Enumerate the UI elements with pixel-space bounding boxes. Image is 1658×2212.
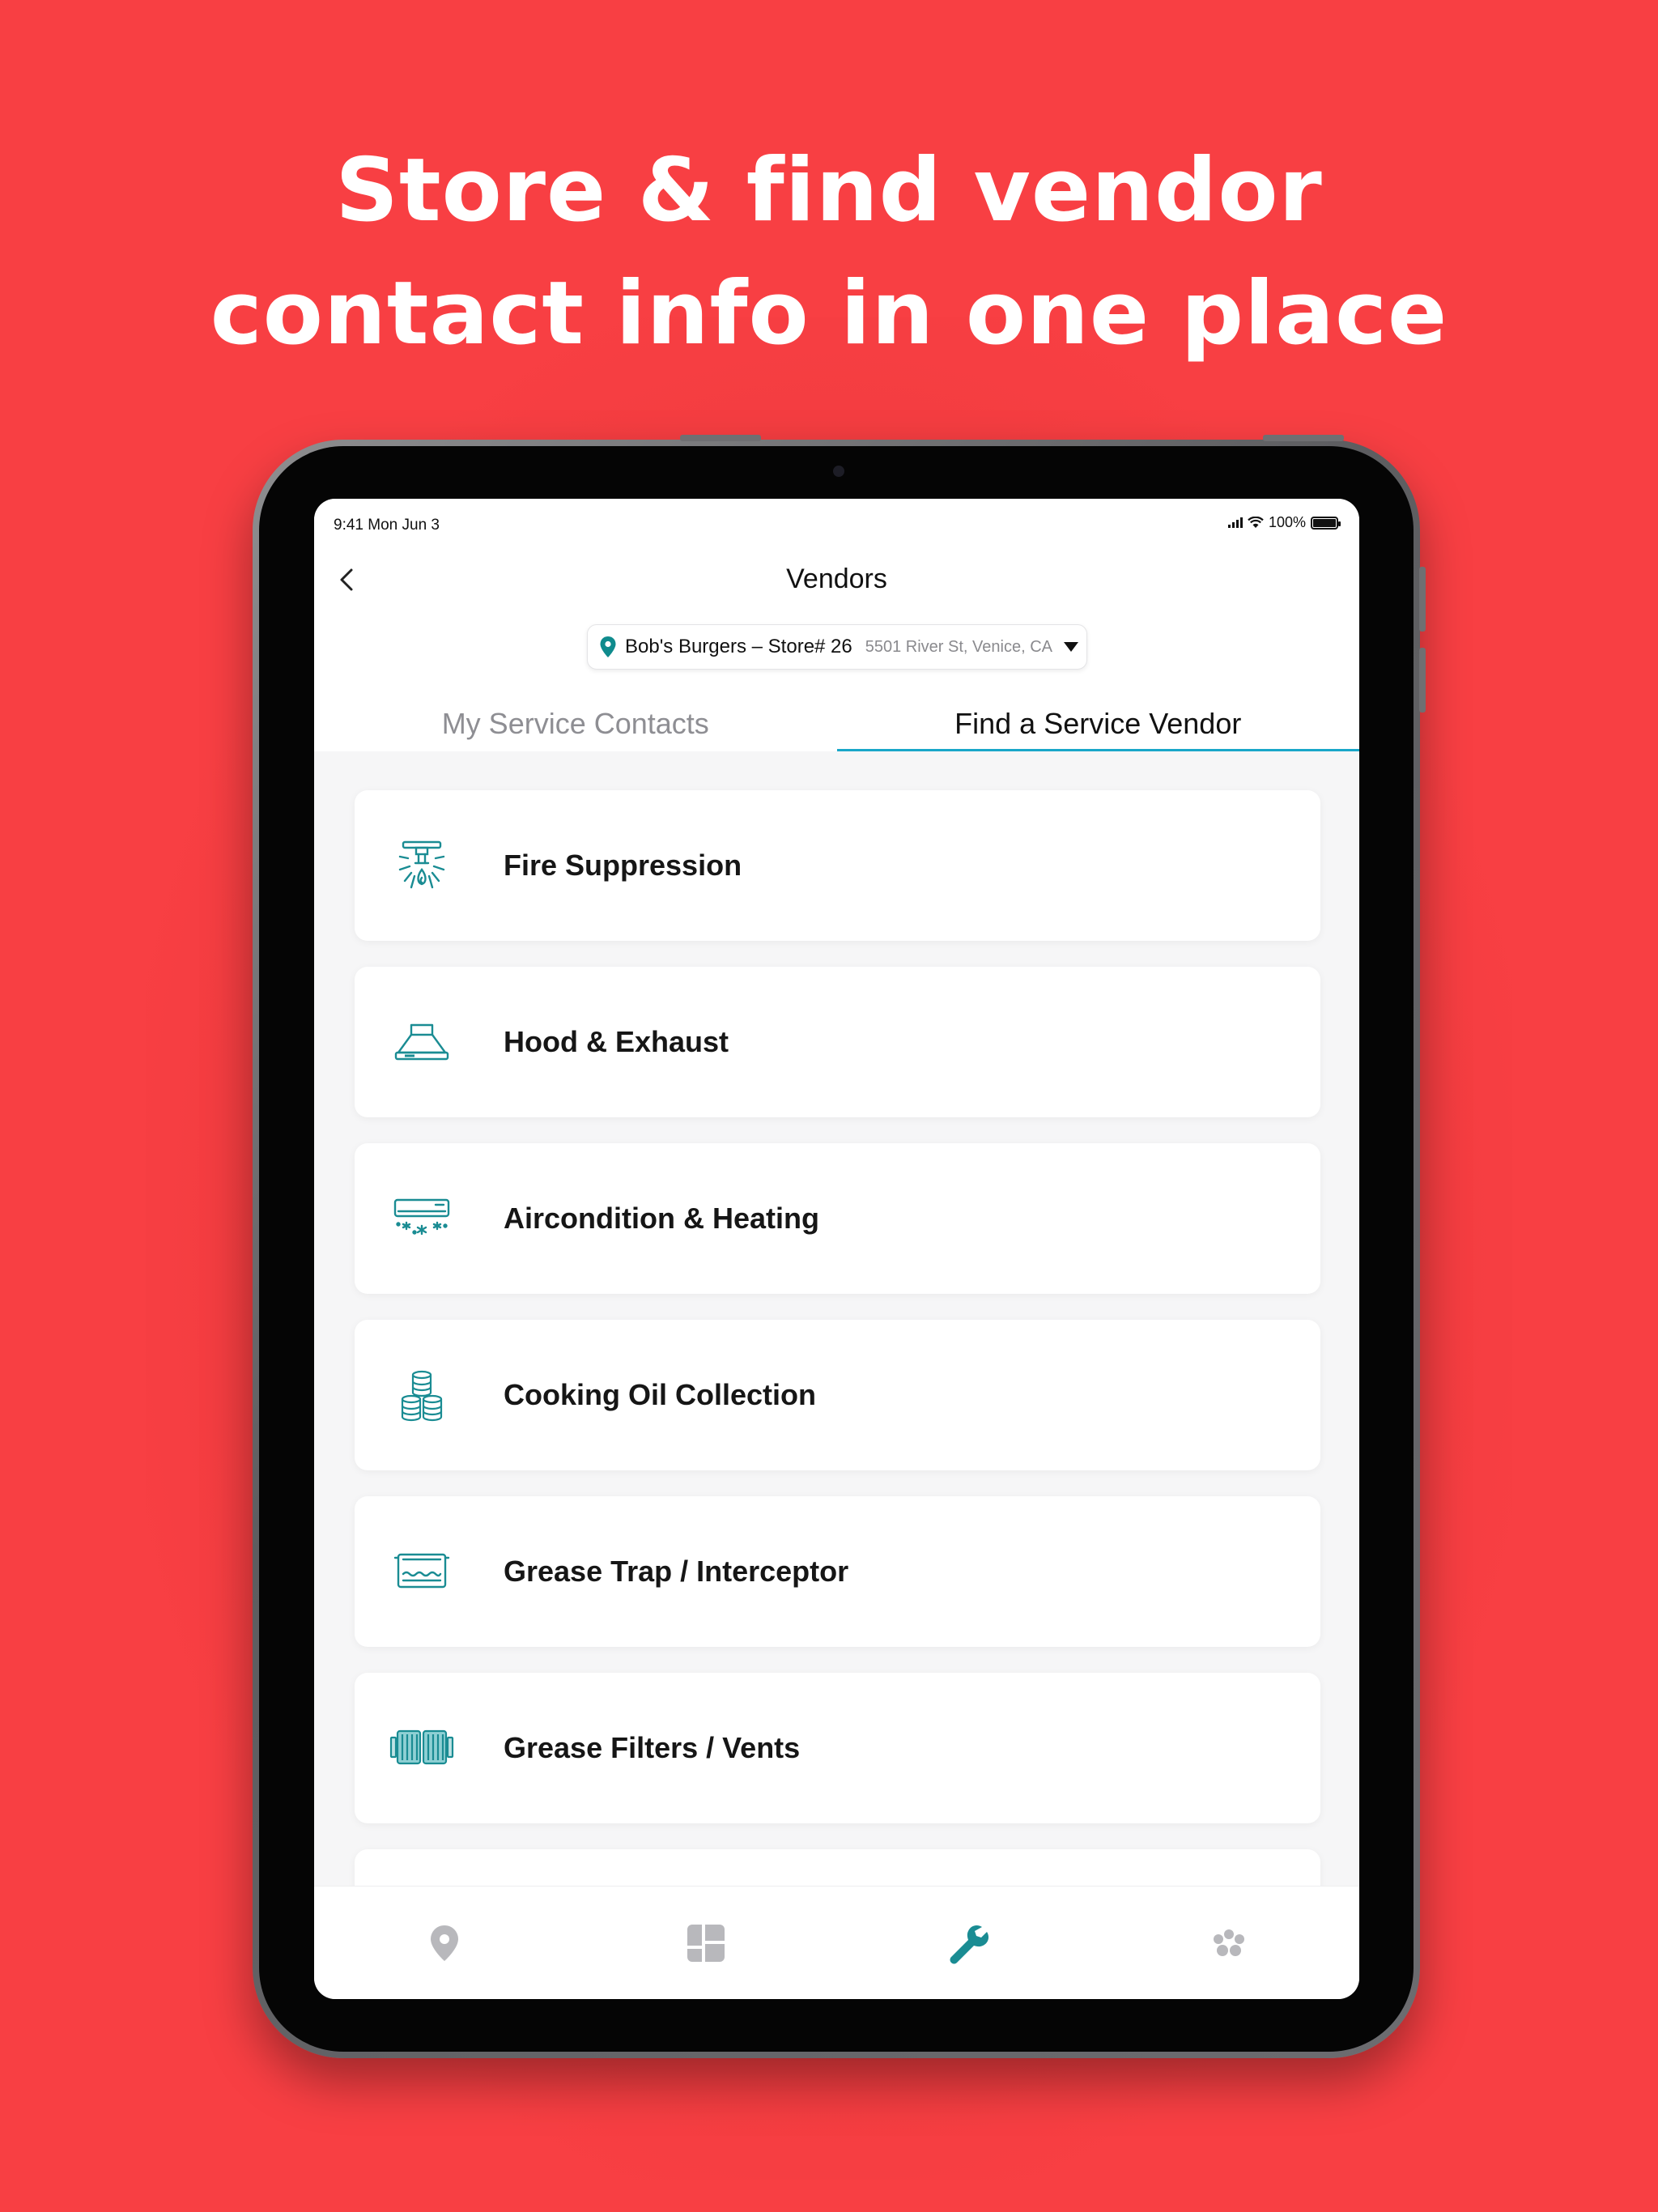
front-camera xyxy=(833,466,844,477)
store-name: Bob's Burgers – Store# 26 xyxy=(625,636,852,657)
tabbar-item-dashboard[interactable] xyxy=(576,1887,837,1999)
list-item-hood-exhaust[interactable]: Hood & Exhaust xyxy=(355,967,1320,1117)
list-item-label: Fire Suppression xyxy=(504,849,742,882)
sprinkler-icon xyxy=(385,829,458,902)
store-address: 5501 River St, Venice, CA xyxy=(865,637,1052,656)
paw-icon xyxy=(1213,1929,1244,1956)
list-item-label: Cooking Oil Collection xyxy=(504,1378,816,1411)
headline-line-2: contact info in one place xyxy=(210,263,1448,364)
oil-barrels-icon xyxy=(385,1359,458,1431)
list-item-grease-trap[interactable]: Grease Trap / Interceptor xyxy=(355,1496,1320,1647)
bottom-tab-bar xyxy=(314,1886,1359,1999)
air-conditioner-icon xyxy=(385,1182,458,1255)
list-item-label: Grease Filters / Vents xyxy=(504,1731,801,1764)
header-area: 9:41 Mon Jun 3 100% Vendors Bob's Burger… xyxy=(314,499,1359,751)
tabbar-item-locations[interactable] xyxy=(314,1887,576,1999)
list-item-label: Hood & Exhaust xyxy=(504,1025,729,1058)
grease-trap-icon xyxy=(385,1535,458,1608)
filter-vents-icon xyxy=(385,1712,458,1784)
segment-tabs: My Service Contacts Find a Service Vendo… xyxy=(314,681,1359,751)
device-volume-up xyxy=(1419,567,1426,632)
status-indicators: 100% xyxy=(1227,514,1341,531)
battery-percent: 100% xyxy=(1268,514,1306,530)
battery-icon xyxy=(1311,516,1341,530)
location-icon xyxy=(431,1925,459,1961)
device-top-button xyxy=(680,435,761,441)
location-pin-icon xyxy=(600,636,616,657)
list-item-label: Aircondition & Heating xyxy=(504,1202,819,1235)
device-volume-down xyxy=(1419,648,1426,713)
tabbar-item-vendors[interactable] xyxy=(837,1887,1099,1999)
wrench-icon xyxy=(950,1925,988,1963)
app-screen: 9:41 Mon Jun 3 100% Vendors Bob's Burger… xyxy=(314,499,1359,1999)
caret-down-icon xyxy=(1063,642,1078,652)
headline-line-1: Store & find vendor xyxy=(335,140,1323,241)
tab-find-service-vendor[interactable]: Find a Service Vendor xyxy=(836,681,1360,751)
dashboard-icon xyxy=(687,1924,725,1962)
list-item-label: Grease Trap / Interceptor xyxy=(504,1555,849,1588)
hood-icon xyxy=(385,1006,458,1078)
page-title: Vendors xyxy=(786,564,887,594)
device-top-button xyxy=(1263,435,1344,441)
list-item-fire-suppression[interactable]: Fire Suppression xyxy=(355,790,1320,941)
category-list: Fire Suppression Hood & Exhaust Aircondi… xyxy=(355,790,1320,1999)
signal-icon xyxy=(1227,517,1243,528)
status-time: 9:41 Mon Jun 3 xyxy=(334,517,440,534)
list-item-cooking-oil-collection[interactable]: Cooking Oil Collection xyxy=(355,1320,1320,1470)
marketing-headline: Store & find vendor contact info in one … xyxy=(0,130,1658,376)
list-item-aircondition-heating[interactable]: Aircondition & Heating xyxy=(355,1143,1320,1294)
wifi-icon xyxy=(1248,517,1264,528)
tab-my-service-contacts[interactable]: My Service Contacts xyxy=(314,681,837,751)
list-item-grease-filters[interactable]: Grease Filters / Vents xyxy=(355,1673,1320,1823)
store-picker[interactable]: Bob's Burgers – Store# 26 5501 River St,… xyxy=(587,624,1087,670)
tabbar-item-account[interactable] xyxy=(1098,1887,1359,1999)
